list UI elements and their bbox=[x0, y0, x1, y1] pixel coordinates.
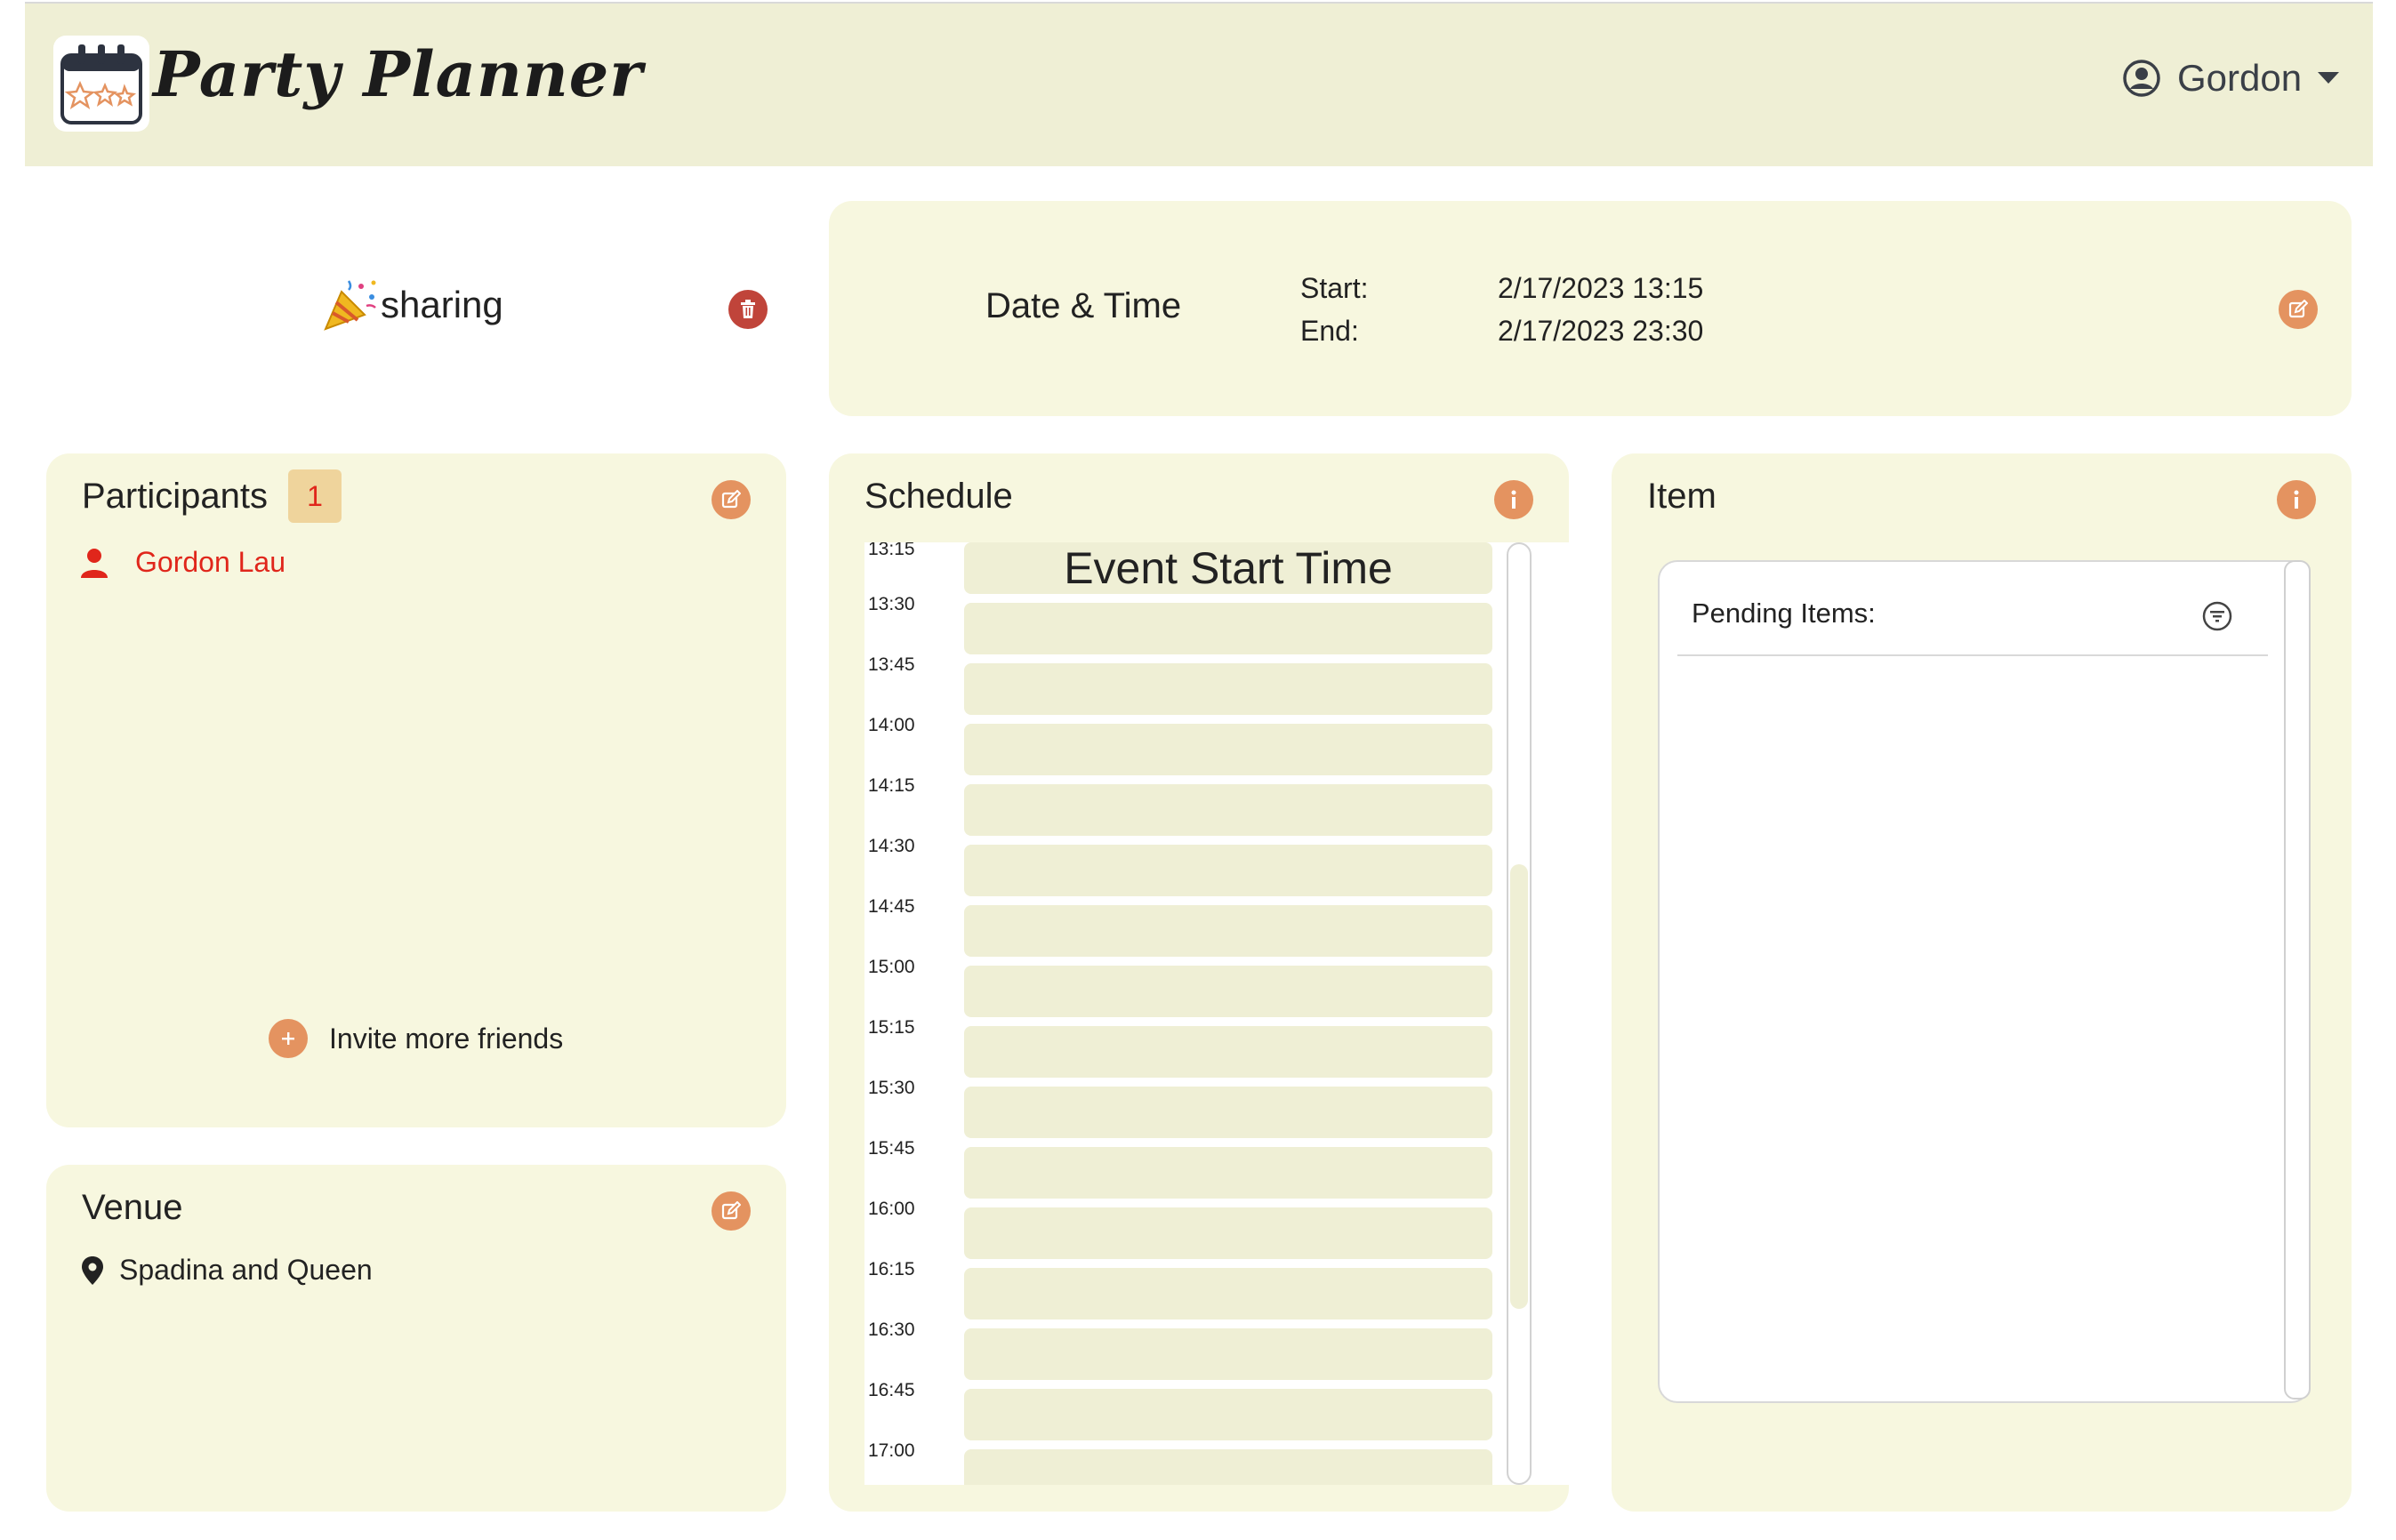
edit-venue-button[interactable] bbox=[712, 1191, 751, 1231]
schedule-time-label: 15:30 bbox=[868, 1078, 915, 1098]
schedule-slot[interactable] bbox=[964, 784, 1492, 836]
filter-icon bbox=[2202, 601, 2232, 631]
schedule-scrollbar[interactable] bbox=[1507, 542, 1532, 1485]
items-scrollbar[interactable] bbox=[2284, 560, 2311, 1400]
schedule-title: Schedule bbox=[864, 477, 1013, 516]
participants-count: 1 bbox=[307, 479, 323, 512]
delete-event-button[interactable] bbox=[728, 290, 768, 329]
end-label: End: bbox=[1300, 315, 1359, 347]
event-name-text: sharing bbox=[381, 284, 503, 325]
participant-item[interactable]: Gordon Lau bbox=[80, 546, 285, 579]
filter-button[interactable] bbox=[2202, 601, 2232, 636]
schedule-slot[interactable] bbox=[964, 1026, 1492, 1078]
schedule-time-label: 14:00 bbox=[868, 715, 915, 735]
datetime-title: Date & Time bbox=[985, 286, 1182, 325]
participants-card: Participants 1 Gordon Lau Invite more fr… bbox=[46, 453, 786, 1127]
edit-icon bbox=[721, 490, 741, 509]
schedule-time-label: 15:15 bbox=[868, 1017, 915, 1038]
app-title[interactable]: Party Planner bbox=[153, 37, 643, 111]
venue-location: Spadina and Queen bbox=[82, 1254, 373, 1287]
schedule-slot[interactable] bbox=[964, 1207, 1492, 1259]
person-icon bbox=[81, 548, 108, 578]
event-start-label: Event Start Time bbox=[1064, 543, 1393, 593]
item-title: Item bbox=[1647, 477, 1717, 516]
schedule-time-label: 15:45 bbox=[868, 1138, 915, 1159]
schedule-slot[interactable] bbox=[964, 724, 1492, 775]
end-value: 2/17/2023 23:30 bbox=[1498, 315, 1704, 347]
caret-down-icon bbox=[2318, 72, 2340, 84]
edit-icon bbox=[2288, 300, 2308, 318]
participants-title: Participants bbox=[82, 477, 268, 516]
schedule-card: Schedule 13:15 13:30 13:45 14:00 14:15 14:30 1… bbox=[829, 453, 1569, 1512]
schedule-slot[interactable] bbox=[964, 1389, 1492, 1440]
schedule-time-label: 13:15 bbox=[868, 542, 915, 559]
calendar-stars-icon bbox=[60, 44, 142, 124]
schedule-time-label: 16:30 bbox=[868, 1319, 915, 1340]
participant-name: Gordon Lau bbox=[135, 546, 286, 578]
schedule-time-label: 14:15 bbox=[868, 775, 915, 796]
schedule-slot[interactable] bbox=[964, 603, 1492, 654]
schedule-slot[interactable] bbox=[964, 663, 1492, 715]
schedule-slot[interactable] bbox=[964, 905, 1492, 957]
start-value: 2/17/2023 13:15 bbox=[1498, 272, 1704, 304]
schedule-slot[interactable] bbox=[964, 1087, 1492, 1138]
invite-friends-button[interactable]: Invite more friends bbox=[269, 1019, 563, 1058]
pending-items-label: Pending Items: bbox=[1692, 598, 1876, 629]
schedule-time-label: 13:45 bbox=[868, 654, 915, 675]
trash-icon bbox=[741, 300, 755, 318]
event-name: sharing bbox=[322, 276, 503, 334]
item-card: Item Pending Items: bbox=[1612, 453, 2352, 1512]
schedule-timeline[interactable]: 13:15 13:30 13:45 14:00 14:15 14:30 14:45 15:00… bbox=[864, 542, 1569, 1485]
schedule-slot[interactable] bbox=[964, 1268, 1492, 1319]
participants-count-badge: 1 bbox=[288, 469, 342, 523]
info-icon bbox=[2294, 490, 2299, 509]
schedule-slot[interactable] bbox=[964, 1328, 1492, 1380]
schedule-slot[interactable] bbox=[964, 1147, 1492, 1199]
edit-participants-button[interactable] bbox=[712, 480, 751, 519]
schedule-time-label: 13:30 bbox=[868, 594, 915, 614]
user-menu[interactable]: Gordon bbox=[2122, 57, 2340, 100]
item-info-button[interactable] bbox=[2277, 480, 2316, 519]
schedule-time-label: 14:45 bbox=[868, 896, 915, 917]
start-label: Start: bbox=[1300, 272, 1369, 304]
schedule-time-label: 14:30 bbox=[868, 836, 915, 856]
datetime-card: Date & Time Start: 2/17/2023 13:15 End: … bbox=[829, 201, 2352, 416]
schedule-slot[interactable] bbox=[964, 966, 1492, 1017]
map-pin-icon bbox=[82, 1255, 103, 1285]
logo[interactable] bbox=[53, 36, 149, 132]
schedule-time-label: 16:45 bbox=[868, 1380, 915, 1400]
edit-datetime-button[interactable] bbox=[2279, 290, 2318, 329]
invite-label: Invite more friends bbox=[329, 1022, 564, 1055]
schedule-time-label: 15:00 bbox=[868, 957, 915, 977]
venue-location-text: Spadina and Queen bbox=[119, 1254, 373, 1286]
user-circle-icon bbox=[2123, 60, 2160, 97]
schedule-slot[interactable] bbox=[964, 1449, 1492, 1485]
pending-items-divider bbox=[1677, 654, 2268, 656]
schedule-scrollbar-thumb[interactable] bbox=[1510, 864, 1528, 1309]
pending-items-panel: Pending Items: bbox=[1658, 560, 2311, 1403]
info-icon bbox=[1511, 490, 1516, 509]
schedule-slot[interactable] bbox=[964, 845, 1492, 896]
schedule-info-button[interactable] bbox=[1494, 480, 1533, 519]
schedule-time-label: 16:00 bbox=[868, 1199, 915, 1219]
venue-card: Venue Spadina and Queen bbox=[46, 1165, 786, 1512]
schedule-time-label: 17:00 bbox=[868, 1440, 915, 1461]
party-popper-icon bbox=[324, 280, 376, 331]
edit-icon bbox=[721, 1201, 741, 1220]
user-name: Gordon bbox=[2177, 57, 2303, 99]
schedule-time-label: 16:15 bbox=[868, 1259, 915, 1279]
plus-icon bbox=[269, 1019, 308, 1058]
venue-title: Venue bbox=[82, 1188, 183, 1227]
